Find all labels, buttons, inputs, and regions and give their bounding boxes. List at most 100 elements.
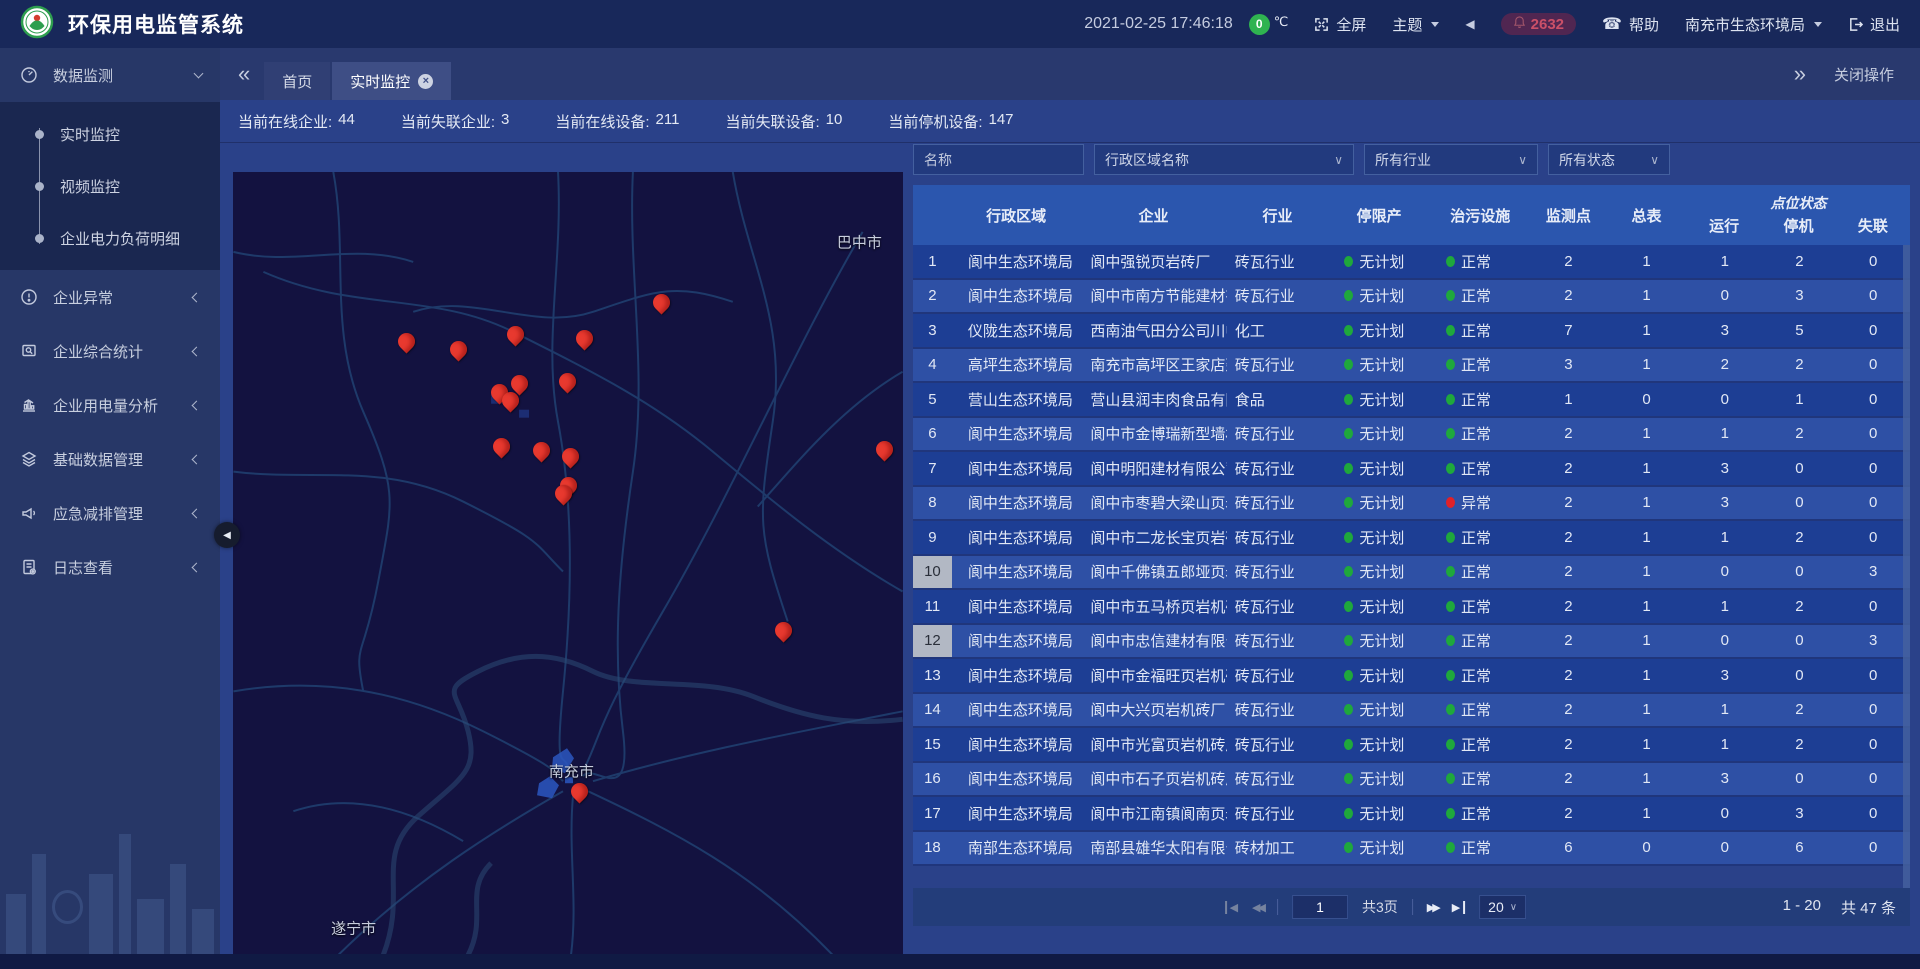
cell-company[interactable]: 营山县润丰肉食品有限	[1080, 383, 1226, 416]
cell-company[interactable]: 阆中市光富页岩机砖厂	[1080, 728, 1226, 761]
cell-industry: 砖瓦行业	[1227, 659, 1329, 692]
page-number-input[interactable]	[1292, 895, 1348, 919]
speaker-mute-icon[interactable]: ◀	[1465, 17, 1474, 31]
table-row[interactable]: 12 阆中生态环境局 阆中市忠信建材有限公 砖瓦行业 无计划 正常 2 1 0 …	[913, 625, 1910, 660]
map-marker-pin[interactable]	[775, 622, 793, 646]
table-scrollbar[interactable]	[1903, 245, 1910, 888]
cell-row-number: 1	[913, 245, 952, 278]
map-marker-pin[interactable]	[398, 333, 416, 357]
cell-company[interactable]: 阆中市江南镇阆南页岩	[1080, 797, 1226, 830]
map-marker-pin[interactable]	[450, 341, 468, 365]
cell-company[interactable]: 阆中市五马桥页岩机砖	[1080, 590, 1226, 623]
table-row[interactable]: 7 阆中生态环境局 阆中明阳建材有限公司 砖瓦行业 无计划 正常 2 1 3 0…	[913, 452, 1910, 487]
table-row[interactable]: 5 营山生态环境局 营山县润丰肉食品有限 食品 无计划 正常 1 0 0 1 0	[913, 383, 1910, 418]
cell-company[interactable]: 阆中市南方节能建材有	[1080, 280, 1226, 313]
help-button[interactable]: ☎ 帮助	[1602, 14, 1659, 35]
tab-close-icon[interactable]: ×	[418, 74, 433, 89]
cell-monitor-points: 6	[1531, 832, 1607, 865]
cell-total-meter: 0	[1606, 832, 1687, 865]
next-page-button[interactable]: ▶▶	[1427, 901, 1438, 914]
gauge-icon	[20, 66, 40, 84]
sidebar-submenu: 实时监控 视频监控 企业电力负荷明细	[0, 102, 220, 270]
cell-company[interactable]: 阆中强锐页岩砖厂	[1080, 245, 1226, 278]
map-marker-pin[interactable]	[511, 375, 529, 399]
industry-filter-select[interactable]: 所有行业 ∨	[1364, 144, 1538, 175]
map-city-label: 南充市	[549, 760, 594, 781]
tab-home[interactable]: 首页	[264, 62, 330, 100]
cell-company[interactable]: 阆中市石子页岩机砖厂	[1080, 763, 1226, 796]
first-page-button[interactable]: ◀	[1225, 901, 1238, 914]
map-marker-pin[interactable]	[576, 330, 594, 354]
sidebar-item-data-monitoring[interactable]: 数据监测	[0, 48, 220, 102]
tab-realtime-monitoring[interactable]: 实时监控 ×	[332, 62, 451, 100]
map-marker-pin[interactable]	[533, 442, 551, 466]
map-marker-pin[interactable]	[571, 783, 589, 807]
table-row[interactable]: 8 阆中生态环境局 阆中市枣碧大梁山页岩 砖瓦行业 无计划 异常 2 1 3 0…	[913, 487, 1910, 522]
map-marker-pin[interactable]	[876, 441, 894, 465]
cell-company[interactable]: 阆中市枣碧大梁山页岩	[1080, 487, 1226, 520]
table-row[interactable]: 13 阆中生态环境局 阆中市金福旺页岩机砖 砖瓦行业 无计划 正常 2 1 3 …	[913, 659, 1910, 694]
cell-company[interactable]: 阆中市金博瑞新型墙材	[1080, 418, 1226, 451]
region-filter-select[interactable]: 行政区域名称 ∨	[1094, 144, 1354, 175]
status-filter-select[interactable]: 所有状态 ∨	[1548, 144, 1670, 175]
cell-facility-status: 正常	[1430, 763, 1531, 796]
theme-menu[interactable]: 主题	[1392, 14, 1439, 35]
sidebar-item-video-monitoring[interactable]: 视频监控	[0, 160, 220, 212]
table-row[interactable]: 9 阆中生态环境局 阆中市二龙长宝页岩砖 砖瓦行业 无计划 正常 2 1 1 2…	[913, 521, 1910, 556]
cell-company[interactable]: 阆中千佛镇五郎垭页岩	[1080, 556, 1226, 589]
map-marker-pin[interactable]	[653, 294, 671, 318]
name-filter-input[interactable]	[924, 152, 1073, 168]
sidebar-item-emergency-reduction[interactable]: 应急减排管理	[0, 486, 220, 540]
stat-online-devices: 当前在线设备:211	[555, 111, 679, 132]
cell-company[interactable]: 阆中市二龙长宝页岩砖	[1080, 521, 1226, 554]
map-marker-pin[interactable]	[507, 326, 525, 350]
industry-filter-value: 所有行业	[1375, 150, 1431, 170]
cell-company[interactable]: 南充市高坪区王家店建	[1080, 349, 1226, 382]
cell-company[interactable]: 阆中明阳建材有限公司	[1080, 452, 1226, 485]
notification-badge[interactable]: 2632	[1501, 13, 1576, 35]
table-row[interactable]: 10 阆中生态环境局 阆中千佛镇五郎垭页岩 砖瓦行业 无计划 正常 2 1 0 …	[913, 556, 1910, 591]
logout-button[interactable]: 退出	[1848, 14, 1900, 35]
sidebar-item-company-statistics[interactable]: 企业综合统计	[0, 324, 220, 378]
table-header: 行政区域 企业 行业 停限产 治污设施 监测点 总表 点位状态 运行 停机 失联	[913, 185, 1910, 245]
cell-region: 阆中生态环境局	[952, 694, 1081, 727]
cell-company[interactable]: 阆中大兴页岩机砖厂	[1080, 694, 1226, 727]
table-row[interactable]: 14 阆中生态环境局 阆中大兴页岩机砖厂 砖瓦行业 无计划 正常 2 1 1 2…	[913, 694, 1910, 729]
tabs-scroll-forward-icon[interactable]: »	[1794, 63, 1806, 85]
table-row[interactable]: 18 南部生态环境局 南部县雄华太阳有限公 砖材加工 无计划 正常 6 0 0 …	[913, 832, 1910, 867]
map-marker-pin[interactable]	[555, 485, 573, 509]
sidebar-item-realtime-monitoring[interactable]: 实时监控	[0, 108, 220, 160]
cell-company[interactable]: 阆中市忠信建材有限公	[1080, 625, 1226, 658]
fullscreen-button[interactable]: 全屏	[1314, 14, 1366, 35]
sidebar-item-power-usage-analysis[interactable]: 企业用电量分析	[0, 378, 220, 432]
map-marker-pin[interactable]	[559, 373, 577, 397]
table-row[interactable]: 3 仪陇生态环境局 西南油气田分公司川中 化工 无计划 正常 7 1 3 5 0	[913, 314, 1910, 349]
map-canvas[interactable]: 巴中市南充市遂宁市	[233, 172, 903, 955]
cell-company[interactable]: 南部县雄华太阳有限公	[1080, 832, 1226, 865]
sidebar-item-base-data-management[interactable]: 基础数据管理	[0, 432, 220, 486]
table-row[interactable]: 6 阆中生态环境局 阆中市金博瑞新型墙材 砖瓦行业 无计划 正常 2 1 1 2…	[913, 418, 1910, 453]
org-menu[interactable]: 南充市生态环境局	[1685, 14, 1822, 35]
table-row[interactable]: 4 高坪生态环境局 南充市高坪区王家店建 砖瓦行业 无计划 正常 3 1 2 2…	[913, 349, 1910, 384]
sidebar-item-power-load-detail[interactable]: 企业电力负荷明细	[0, 212, 220, 264]
sidebar-collapse-handle[interactable]: ◀	[214, 522, 240, 548]
table-row[interactable]: 1 阆中生态环境局 阆中强锐页岩砖厂 砖瓦行业 无计划 正常 2 1 1 2 0	[913, 245, 1910, 280]
close-operations-button[interactable]: 关闭操作	[1834, 64, 1894, 85]
page-size-select[interactable]: 20 ∨	[1479, 895, 1526, 919]
cell-company[interactable]: 西南油气田分公司川中	[1080, 314, 1226, 347]
table-row[interactable]: 2 阆中生态环境局 阆中市南方节能建材有 砖瓦行业 无计划 正常 2 1 0 3…	[913, 280, 1910, 315]
table-row[interactable]: 11 阆中生态环境局 阆中市五马桥页岩机砖 砖瓦行业 无计划 正常 2 1 1 …	[913, 590, 1910, 625]
cell-facility-status: 正常	[1430, 832, 1531, 865]
last-page-button[interactable]: ▶	[1452, 901, 1465, 914]
map-marker-pin[interactable]	[493, 438, 511, 462]
table-row[interactable]: 16 阆中生态环境局 阆中市石子页岩机砖厂 砖瓦行业 无计划 正常 2 1 3 …	[913, 763, 1910, 798]
previous-page-button[interactable]: ◀◀	[1252, 901, 1263, 914]
table-row[interactable]: 17 阆中生态环境局 阆中市江南镇阆南页岩 砖瓦行业 无计划 正常 2 1 0 …	[913, 797, 1910, 832]
tabs-scroll-back-icon[interactable]: «	[238, 63, 250, 85]
map-marker-pin[interactable]	[562, 448, 580, 472]
cell-company[interactable]: 阆中市金福旺页岩机砖	[1080, 659, 1226, 692]
table-row[interactable]: 15 阆中生态环境局 阆中市光富页岩机砖厂 砖瓦行业 无计划 正常 2 1 1 …	[913, 728, 1910, 763]
sidebar-item-company-abnormal[interactable]: 企业异常	[0, 270, 220, 324]
cell-region: 阆中生态环境局	[952, 418, 1081, 451]
sidebar-item-log-view[interactable]: 日志查看	[0, 540, 220, 594]
